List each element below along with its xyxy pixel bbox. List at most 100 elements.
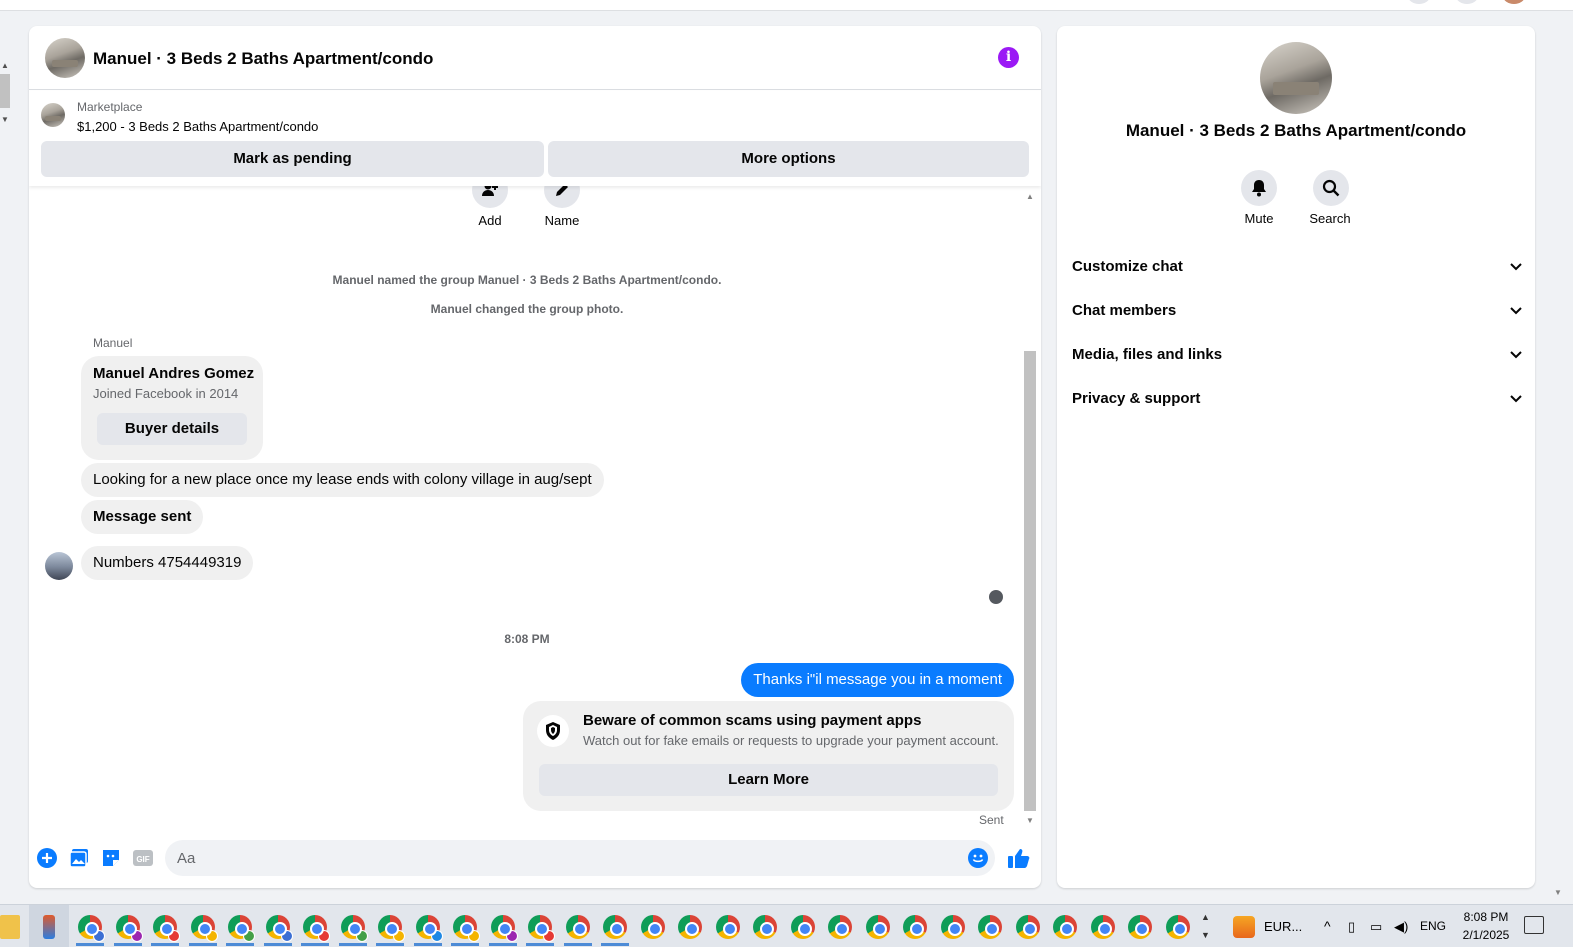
chrome-taskbar-icon[interactable] xyxy=(190,915,218,942)
clock-date: 2/1/2025 xyxy=(1462,928,1510,942)
chrome-taskbar-icon[interactable] xyxy=(790,915,815,939)
profile-badge-icon xyxy=(355,930,368,942)
emoji-icon[interactable] xyxy=(968,848,988,868)
chrome-taskbar-icon[interactable] xyxy=(678,915,702,939)
running-indicator xyxy=(151,943,179,946)
chrome-taskbar-icon[interactable] xyxy=(1128,915,1152,939)
chrome-taskbar-icon[interactable] xyxy=(528,915,555,942)
photo-icon[interactable] xyxy=(69,848,89,868)
bell-icon[interactable] xyxy=(1241,170,1277,206)
file-explorer-icon[interactable] xyxy=(0,915,20,939)
scrollbar-thumb[interactable] xyxy=(1024,351,1036,811)
show-hidden-icons-icon[interactable]: ^ xyxy=(1324,905,1331,947)
taskbar-app-active[interactable] xyxy=(29,905,69,947)
profile-badge-icon xyxy=(168,930,180,942)
chrome-taskbar-icon[interactable] xyxy=(1165,915,1190,939)
chrome-taskbar-icon[interactable] xyxy=(378,915,405,942)
chrome-taskbar-icon[interactable] xyxy=(978,915,1002,939)
chrome-taskbar-icon[interactable] xyxy=(940,915,965,939)
sender-avatar[interactable] xyxy=(45,552,73,580)
chrome-taskbar-icon[interactable] xyxy=(78,915,105,942)
info-icon[interactable]: i xyxy=(998,47,1019,68)
scrollbar-thumb[interactable] xyxy=(0,74,10,108)
chrome-taskbar-icon[interactable] xyxy=(303,915,330,942)
chrome-taskbar-icon[interactable] xyxy=(340,915,368,942)
chrome-taskbar-icon[interactable] xyxy=(640,915,665,939)
search-label: Search xyxy=(1309,211,1351,226)
learn-more-button[interactable]: Learn More xyxy=(539,764,998,796)
running-indicator xyxy=(263,943,292,946)
taskbar-overflow-arrows[interactable]: ▲ ▼ xyxy=(1201,908,1210,944)
gif-icon[interactable]: GIF xyxy=(133,848,153,868)
running-indicator xyxy=(451,943,479,946)
profile-badge-icon xyxy=(280,930,293,942)
chrome-taskbar-icon[interactable] xyxy=(865,915,890,939)
chrome-taskbar-icon[interactable] xyxy=(565,915,590,939)
mark-pending-button[interactable]: Mark as pending xyxy=(41,141,544,177)
browser-top-strip xyxy=(0,0,1573,11)
name-label: Name xyxy=(544,213,580,228)
search-icon[interactable] xyxy=(1313,170,1349,206)
chrome-taskbar-icon[interactable] xyxy=(415,915,443,942)
running-indicator xyxy=(601,943,629,946)
chrome-taskbar-icon[interactable] xyxy=(115,915,143,942)
chrome-taskbar-icon[interactable] xyxy=(828,915,852,939)
message-scrollbar[interactable]: ▲ ▼ xyxy=(1023,191,1037,827)
chrome-taskbar-icon[interactable] xyxy=(753,915,777,939)
outgoing-message[interactable]: Thanks i"il message you in a moment xyxy=(741,663,1014,697)
chrome-taskbar-icon[interactable] xyxy=(603,915,627,939)
details-group-avatar[interactable] xyxy=(1260,42,1332,114)
listing-title[interactable]: $1,200 - 3 Beds 2 Baths Apartment/condo xyxy=(77,119,318,134)
chat-title[interactable]: Manuel · 3 Beds 2 Baths Apartment/condo xyxy=(93,49,433,69)
chrome-taskbar-icon[interactable] xyxy=(1015,915,1040,939)
scroll-down-arrow-icon[interactable]: ▼ xyxy=(1,116,9,124)
running-indicator xyxy=(338,943,367,946)
section-privacy-support[interactable]: Privacy & support xyxy=(1072,387,1522,411)
scroll-down-arrow-icon[interactable]: ▼ xyxy=(1554,888,1562,897)
currency-widget-icon[interactable] xyxy=(1233,916,1255,938)
page-scrollbar[interactable]: ▲ ▼ xyxy=(0,56,12,126)
read-receipt-avatar xyxy=(989,590,1003,604)
chrome-taskbar-icon[interactable] xyxy=(265,915,293,942)
buyer-details-button[interactable]: Buyer details xyxy=(97,413,247,445)
chrome-taskbar-icon[interactable] xyxy=(453,915,480,942)
meet-now-icon[interactable]: ▯ xyxy=(1348,905,1355,947)
group-avatar[interactable] xyxy=(45,38,85,78)
scroll-up-arrow-icon[interactable]: ▲ xyxy=(1026,193,1034,201)
language-indicator[interactable]: ENG xyxy=(1420,905,1446,947)
chrome-taskbar-icon[interactable] xyxy=(153,915,180,942)
incoming-message[interactable]: Message sent xyxy=(81,500,204,534)
details-panel: Manuel · 3 Beds 2 Baths Apartment/condo … xyxy=(1057,26,1535,888)
listing-thumbnail[interactable] xyxy=(41,103,65,127)
scroll-down-arrow-icon[interactable]: ▼ xyxy=(1026,817,1034,825)
section-customize-chat[interactable]: Customize chat xyxy=(1072,255,1522,279)
running-indicator xyxy=(413,943,442,946)
buyer-joined: Joined Facebook in 2014 xyxy=(93,386,239,401)
chrome-taskbar-icon[interactable] xyxy=(490,915,518,942)
clock[interactable]: 8:08 PM 2/1/2025 xyxy=(1448,908,1524,944)
plus-circle-icon[interactable] xyxy=(37,848,57,868)
thumbs-up-icon[interactable] xyxy=(1008,848,1030,868)
incoming-message[interactable]: Numbers 4754449319 xyxy=(81,546,254,580)
message-input[interactable] xyxy=(177,840,937,876)
chrome-taskbar-icon[interactable] xyxy=(1090,915,1115,939)
more-options-button[interactable]: More options xyxy=(548,141,1029,177)
chrome-taskbar-icon[interactable] xyxy=(903,915,927,939)
section-label: Customize chat xyxy=(1072,258,1183,275)
running-indicator xyxy=(188,943,217,946)
profile-avatar[interactable] xyxy=(1503,0,1525,4)
sticker-icon[interactable] xyxy=(101,848,121,868)
currency-widget-label[interactable]: EUR... xyxy=(1264,905,1302,947)
network-icon[interactable]: ▭ xyxy=(1370,905,1382,947)
chrome-taskbar-icon[interactable] xyxy=(1053,915,1077,939)
notification-center-icon[interactable] xyxy=(1524,916,1544,934)
chrome-taskbar-icon[interactable] xyxy=(228,915,255,942)
section-media-files-links[interactable]: Media, files and links xyxy=(1072,343,1522,367)
chrome-taskbar-icon[interactable] xyxy=(715,915,740,939)
volume-icon[interactable]: ◀) xyxy=(1394,905,1408,947)
toolbar-button[interactable] xyxy=(1456,0,1478,4)
toolbar-button[interactable] xyxy=(1408,0,1430,4)
scroll-up-arrow-icon[interactable]: ▲ xyxy=(1,62,9,70)
incoming-message[interactable]: Looking for a new place once my lease en… xyxy=(81,463,604,497)
section-chat-members[interactable]: Chat members xyxy=(1072,299,1522,323)
